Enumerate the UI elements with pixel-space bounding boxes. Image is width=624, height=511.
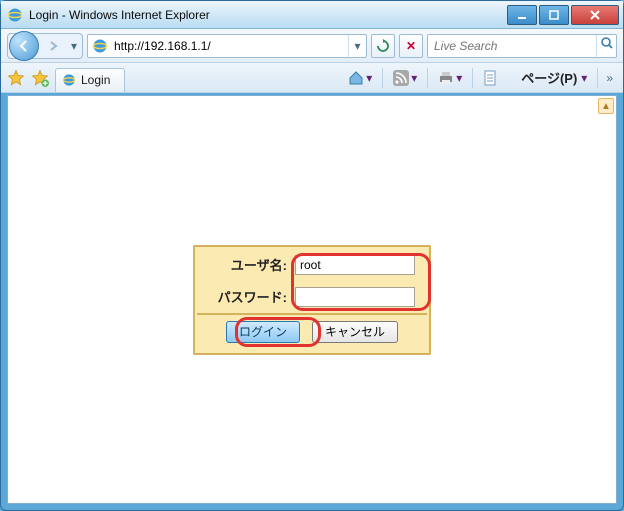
username-input[interactable] <box>295 255 415 275</box>
ie-icon <box>62 73 76 87</box>
refresh-button[interactable] <box>371 34 395 58</box>
nav-history-dropdown[interactable]: ▾ <box>67 34 81 58</box>
password-label: パスワード: <box>209 287 287 306</box>
window-close-button[interactable] <box>571 5 619 25</box>
stop-button[interactable]: ✕ <box>399 34 423 58</box>
toolbar-overflow[interactable]: » <box>602 71 617 85</box>
address-input[interactable] <box>112 35 348 57</box>
search-go-button[interactable] <box>596 35 616 57</box>
search-input[interactable] <box>428 35 596 57</box>
page-menu[interactable]: ページ(P) ▾ <box>479 66 591 90</box>
window-title: Login - Windows Internet Explorer <box>29 8 505 22</box>
login-button[interactable]: ログイン <box>226 321 300 343</box>
back-button[interactable] <box>9 31 39 61</box>
home-menu[interactable]: ▾ <box>344 66 376 90</box>
home-icon <box>348 70 364 86</box>
username-label: ユーザ名: <box>209 255 287 274</box>
rss-icon <box>393 70 409 86</box>
print-menu[interactable]: ▾ <box>434 66 466 90</box>
address-bar[interactable]: ▾ <box>87 34 367 58</box>
cancel-button[interactable]: キャンセル <box>312 321 398 343</box>
feeds-menu[interactable]: ▾ <box>389 66 421 90</box>
window-maximize-button[interactable] <box>539 5 569 25</box>
scroll-up-indicator[interactable]: ▲ <box>598 98 614 114</box>
printer-icon <box>438 70 454 86</box>
window-minimize-button[interactable] <box>507 5 537 25</box>
page-content: ▲ ユーザ名: パスワード: ログイン キャンセル <box>7 95 617 504</box>
tab-label: Login <box>81 73 110 87</box>
forward-button[interactable] <box>39 34 67 58</box>
favorites-star-icon[interactable] <box>7 69 25 87</box>
page-icon <box>483 70 497 86</box>
ie-icon <box>7 7 23 23</box>
search-bar[interactable] <box>427 34 617 58</box>
page-menu-label: ページ(P) <box>499 68 577 87</box>
address-dropdown[interactable]: ▾ <box>348 35 366 57</box>
window-titlebar: Login - Windows Internet Explorer <box>1 1 623 29</box>
tab-login[interactable]: Login <box>55 68 125 92</box>
password-input[interactable] <box>295 287 415 307</box>
command-bar: Login ▾ ▾ ▾ ページ(P) ▾ » <box>1 63 623 93</box>
add-favorite-icon[interactable] <box>31 69 49 87</box>
navigation-bar: ▾ ▾ ✕ <box>1 29 623 63</box>
ie-icon <box>92 38 108 54</box>
login-panel: ユーザ名: パスワード: ログイン キャンセル <box>193 245 431 355</box>
